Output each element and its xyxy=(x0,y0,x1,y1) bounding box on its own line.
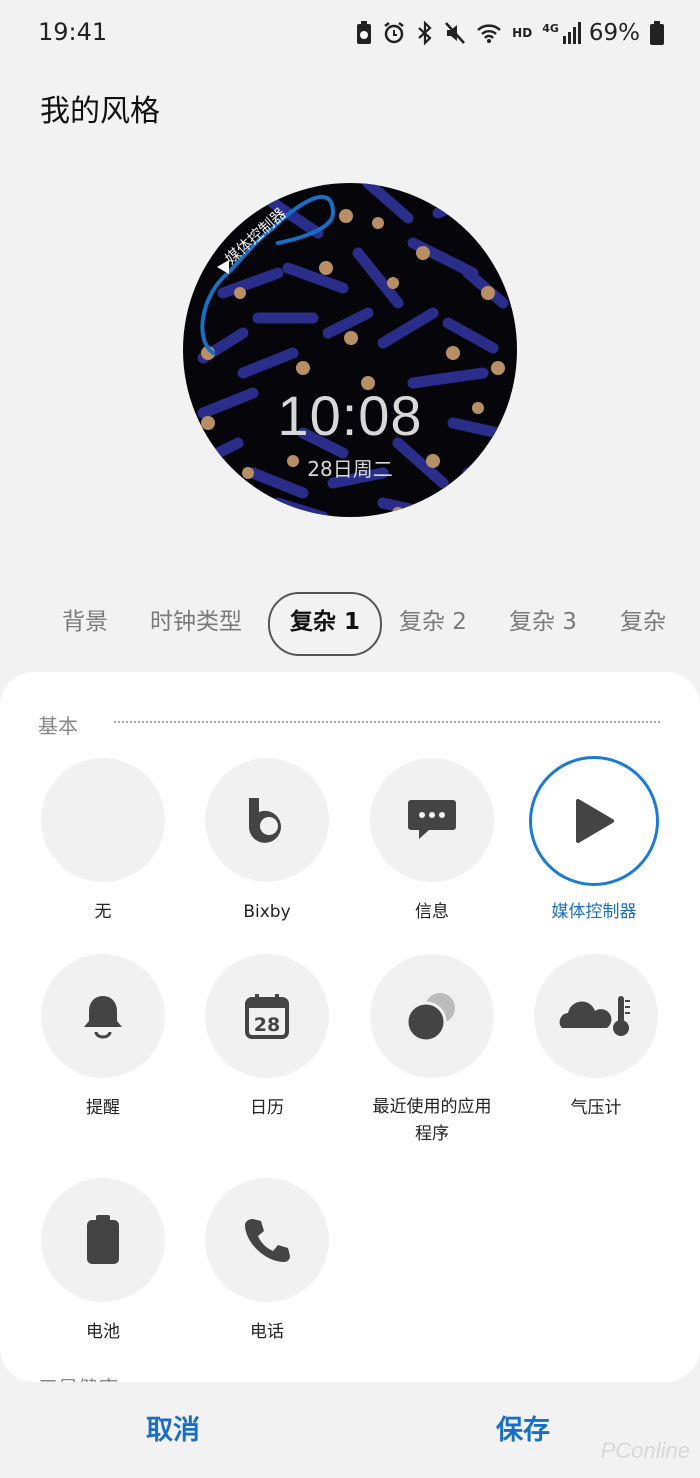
section-title-samsung-health: 三星健康 xyxy=(38,1372,118,1382)
watch-date: 28日周二 xyxy=(307,457,393,481)
tab-clock-type[interactable]: 时钟类型 xyxy=(150,592,242,652)
complication-sheet: 基本 无 Bixby 信息 媒体控制器 提醒 28 日历 最近使用的应用 程序 … xyxy=(0,672,700,1382)
tab-complication-3[interactable]: 复杂 3 xyxy=(509,592,577,652)
tab-complication-4[interactable]: 复杂 xyxy=(620,592,666,652)
watch-face-preview[interactable]: 媒体控制器 10:08 28日周二 xyxy=(183,183,517,517)
wifi-icon xyxy=(477,24,501,43)
option-bixby-circle[interactable] xyxy=(205,758,329,882)
option-calendar-circle[interactable]: 28 xyxy=(205,954,329,1078)
option-label: 提醒 xyxy=(86,1098,120,1118)
tab-bar: 背景 时钟类型 复杂 1 复杂 2 复杂 3 复杂 xyxy=(0,592,700,656)
status-icons: HD 4G 69% xyxy=(356,20,664,46)
battery-icon xyxy=(650,21,664,45)
watermark: PConline xyxy=(600,1438,690,1463)
save-button[interactable]: 保存 xyxy=(496,1408,550,1447)
option-label: 电话 xyxy=(250,1322,284,1342)
option-label-line-2: 程序 xyxy=(415,1124,449,1144)
battery-saver-icon xyxy=(357,21,372,44)
option-label: 信息 xyxy=(415,902,449,922)
option-none-circle[interactable] xyxy=(41,758,165,882)
bottom-action-bar: 取消 保存 xyxy=(0,1390,700,1478)
mute-icon xyxy=(445,22,466,44)
option-phone-circle[interactable] xyxy=(205,1178,329,1302)
message-icon xyxy=(408,800,456,839)
option-label: Bixby xyxy=(243,902,291,922)
bluetooth-icon xyxy=(418,21,432,45)
barometer-icon xyxy=(559,996,630,1036)
recent-apps-icon xyxy=(405,993,455,1043)
tab-complication-1[interactable]: 复杂 1 xyxy=(268,592,383,656)
option-label: 媒体控制器 xyxy=(551,902,637,922)
option-label-line-1: 最近使用的应用 xyxy=(372,1097,492,1117)
network-type-label: 4G xyxy=(542,21,559,35)
phone-icon xyxy=(245,1219,290,1262)
calendar-day-text: 28 xyxy=(254,1014,280,1036)
cancel-button[interactable]: 取消 xyxy=(146,1408,200,1447)
option-reminder-circle[interactable] xyxy=(41,954,165,1078)
section-divider xyxy=(114,721,660,723)
complication-label: 媒体控制器 xyxy=(222,204,290,268)
option-recent-apps-circle[interactable] xyxy=(370,954,494,1078)
tab-complication-2[interactable]: 复杂 2 xyxy=(399,592,467,652)
option-label: 最近使用的应用 程序 xyxy=(352,1094,512,1148)
option-media-controller-circle[interactable] xyxy=(529,756,659,886)
calendar-icon: 28 xyxy=(245,994,289,1039)
page-title: 我的风格 xyxy=(40,94,160,129)
hd-label: HD xyxy=(512,26,533,40)
option-battery-circle[interactable] xyxy=(41,1178,165,1302)
tab-background[interactable]: 背景 xyxy=(62,592,108,652)
alarm-icon xyxy=(384,22,404,44)
option-barometer-circle[interactable] xyxy=(534,954,658,1078)
option-message-circle[interactable] xyxy=(370,758,494,882)
option-label: 电池 xyxy=(86,1322,120,1342)
bixby-icon xyxy=(248,798,281,843)
watch-time: 10:08 xyxy=(277,384,423,447)
status-time: 19:41 xyxy=(38,18,108,46)
section-title-basic: 基本 xyxy=(38,714,78,738)
status-bar: 19:41 HD 4G 69% xyxy=(0,0,700,68)
option-label: 无 xyxy=(94,902,112,922)
bell-icon xyxy=(84,996,122,1039)
option-label: 日历 xyxy=(250,1098,284,1118)
signal-icon xyxy=(562,22,581,44)
battery-icon xyxy=(87,1215,119,1264)
play-icon xyxy=(576,799,614,843)
battery-percentage: 69% xyxy=(588,20,640,46)
option-label: 气压计 xyxy=(570,1098,622,1118)
